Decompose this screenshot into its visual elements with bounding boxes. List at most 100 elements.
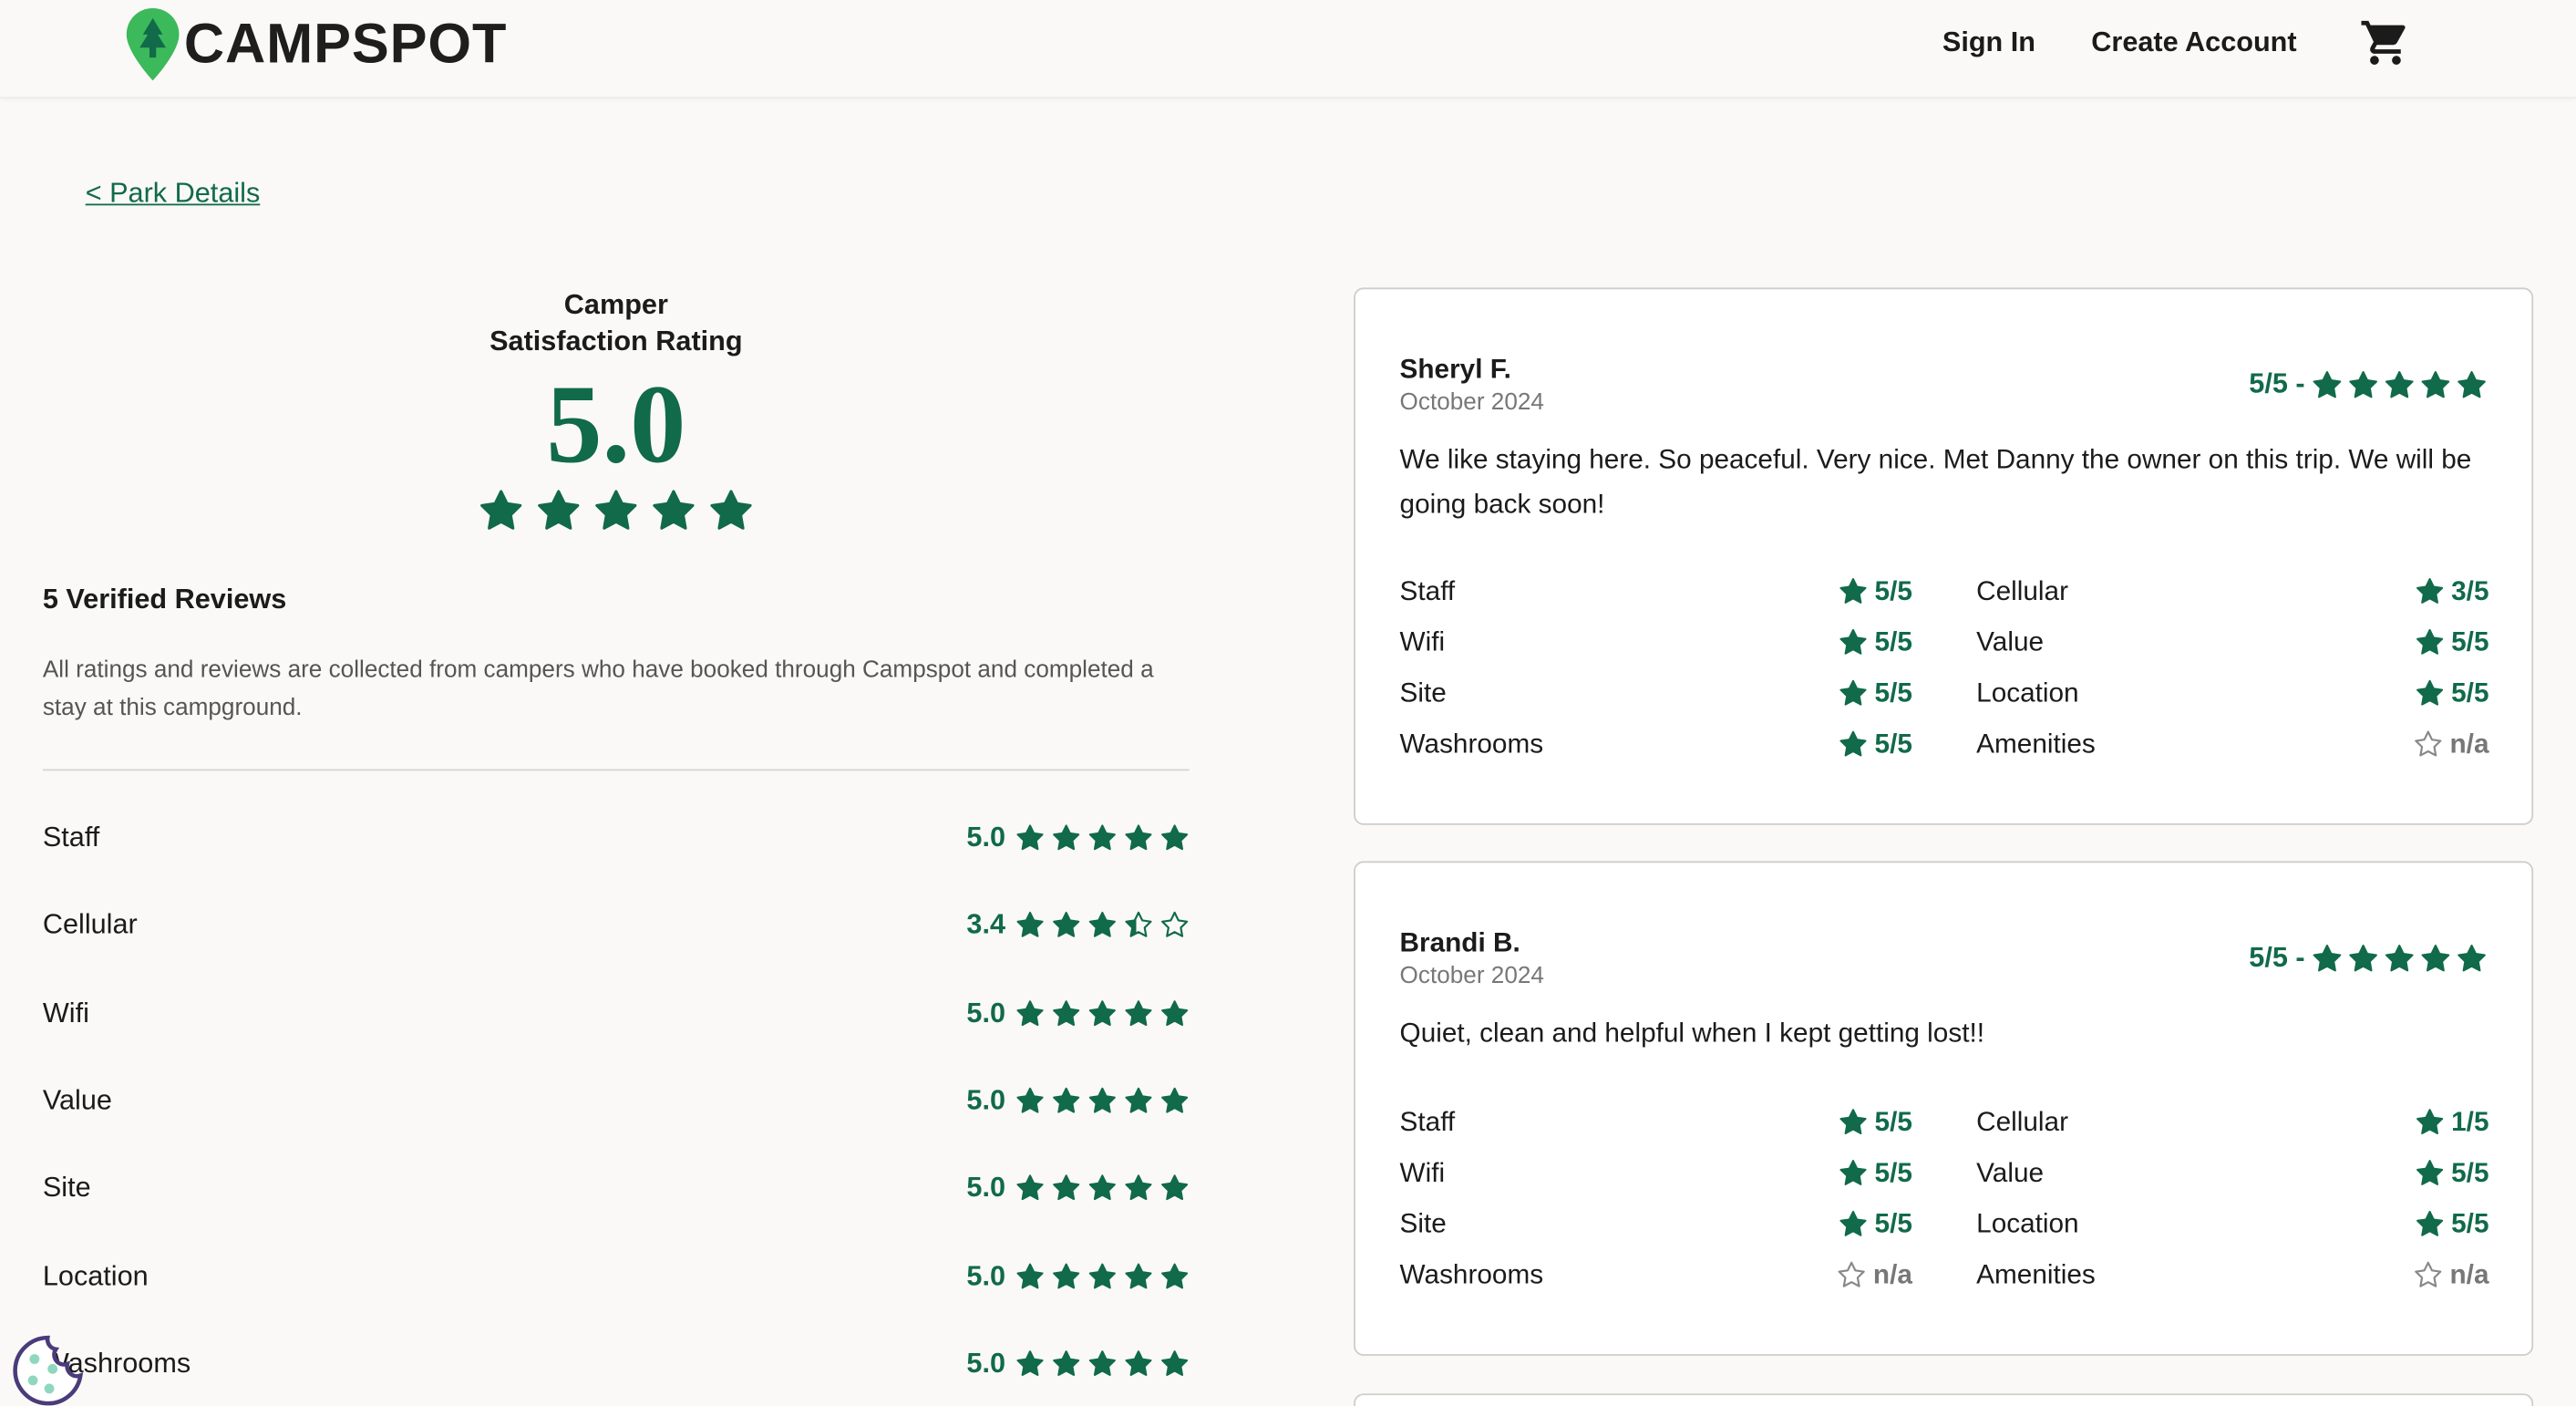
subrating-value-group: 5/5	[2415, 627, 2488, 658]
subrating-value: 5/5	[1874, 1106, 1912, 1137]
category-name: Cellular	[42, 909, 138, 941]
subrating-value: n/a	[1872, 1259, 1912, 1289]
star-icon	[1088, 1174, 1116, 1201]
create-account-link[interactable]: Create Account	[2091, 26, 2296, 59]
star-icon	[1053, 1087, 1080, 1113]
category-stars	[1015, 1173, 1190, 1203]
star-icon	[2349, 370, 2377, 398]
category-rating: 5.0	[966, 1259, 1189, 1292]
category-stars	[1015, 998, 1190, 1028]
star-icon	[1125, 1262, 1152, 1288]
subrating-name: Staff	[1399, 575, 1456, 606]
review-card-partial	[1354, 1393, 2534, 1406]
pine-tree-pin-icon	[126, 8, 180, 81]
reviews-disclaimer: All ratings and reviews are collected fr…	[42, 656, 1154, 722]
subrating-row: Staff 5/5	[1400, 1101, 1912, 1144]
reviewer-name: Brandi B.	[1399, 928, 1520, 958]
subrating-row: Cellular 1/5	[1976, 1101, 2488, 1144]
star-icon	[1839, 730, 1867, 757]
subrating-row: Location 5/5	[1976, 1203, 2488, 1246]
review-date: October 2024	[1399, 963, 1544, 989]
review-date: October 2024	[1399, 389, 1544, 416]
star-icon	[2458, 944, 2486, 971]
category-value: 5.0	[966, 1172, 1006, 1204]
subrating-value-group: 3/5	[2415, 576, 2488, 607]
category-stars	[1015, 1349, 1190, 1378]
subrating-value-group: 5/5	[1839, 1209, 1912, 1240]
subrating-value: 1/5	[2451, 1106, 2489, 1137]
park-details-back-link[interactable]: < Park Details	[86, 178, 261, 211]
overall-rating-stars	[378, 488, 855, 533]
star-icon	[1838, 1261, 1866, 1287]
subrating-value: n/a	[2449, 1259, 2489, 1289]
review-score-text: 5/5 -	[2249, 941, 2305, 973]
star-icon	[1125, 824, 1152, 851]
star-icon	[2415, 730, 2442, 757]
verified-reviews-count: 5 Verified Reviews	[42, 583, 287, 615]
subrating-name: Cellular	[1976, 1106, 2068, 1137]
subrating-value: n/a	[2449, 729, 2489, 759]
category-value: 5.0	[966, 997, 1006, 1029]
subrating-name: Washrooms	[1399, 729, 1544, 759]
divider	[42, 769, 1190, 771]
star-icon	[1088, 824, 1116, 851]
site-header: CAMPSPOT Sign In Create Account	[0, 0, 2576, 99]
cart-icon[interactable]	[2359, 16, 2412, 69]
subrating-value: 5/5	[1874, 677, 1912, 708]
star-icon	[538, 490, 580, 530]
subrating-value: 5/5	[1874, 575, 1912, 606]
subrating-name: Location	[1976, 1208, 2079, 1239]
category-rating: 5.0	[966, 822, 1189, 854]
star-icon	[1125, 999, 1152, 1026]
star-icon	[1088, 1349, 1116, 1376]
star-icon	[1016, 1087, 1044, 1113]
category-name: Staff	[42, 822, 100, 853]
subrating-name: Value	[1976, 1157, 2045, 1188]
subrating-value-group: n/a	[2414, 1259, 2489, 1290]
star-icon	[2458, 370, 2486, 398]
subrating-row: Washrooms n/a	[1400, 1254, 1912, 1297]
star-icon	[1125, 1349, 1152, 1376]
subrating-row: Wifi 5/5	[1400, 1152, 1912, 1194]
category-name: Site	[42, 1172, 91, 1204]
star-icon	[2421, 370, 2450, 398]
subrating-value: 5/5	[1874, 729, 1912, 759]
star-icon	[1016, 912, 1044, 938]
subrating-value: 5/5	[1874, 626, 1912, 657]
subrating-value: 3/5	[2451, 575, 2489, 606]
category-name: Value	[42, 1084, 112, 1116]
subrating-value-group: 5/5	[1839, 1158, 1912, 1189]
cookie-icon[interactable]	[10, 1333, 86, 1406]
star-icon	[2416, 628, 2444, 655]
category-row: Staff 5.0	[43, 813, 1190, 863]
reviewer-name: Sheryl F.	[1399, 355, 1511, 385]
star-icon	[2349, 944, 2377, 971]
star-icon	[1088, 912, 1116, 938]
subrating-name: Value	[1976, 626, 2045, 657]
star-icon	[1053, 824, 1080, 851]
subrating-name: Cellular	[1976, 575, 2068, 606]
category-rating: 5.0	[966, 997, 1189, 1029]
overall-rating-value: 5.0	[546, 361, 686, 487]
subrating-value: 5/5	[1874, 1157, 1912, 1188]
star-icon	[1839, 1109, 1867, 1135]
subrating-name: Wifi	[1399, 626, 1446, 657]
logo-text: CAMPSPOT	[183, 12, 508, 76]
category-stars	[1015, 1086, 1190, 1115]
star-icon	[1088, 1087, 1116, 1113]
sign-in-link[interactable]: Sign In	[1942, 26, 2035, 59]
subrating-value-group: 5/5	[1839, 677, 1912, 708]
subrating-row: Washrooms 5/5	[1400, 723, 1912, 766]
category-row: Value 5.0	[43, 1076, 1190, 1125]
category-stars	[1015, 1261, 1190, 1290]
subrating-row: Wifi 5/5	[1400, 621, 1912, 664]
subrating-value-group: n/a	[1837, 1259, 1912, 1290]
category-value: 5.0	[966, 1084, 1006, 1116]
category-rating: 5.0	[966, 1172, 1189, 1204]
review-score-stars	[2312, 943, 2488, 974]
subrating-name: Site	[1399, 1208, 1447, 1239]
subrating-row: Location 5/5	[1976, 672, 2488, 715]
campspot-logo[interactable]: CAMPSPOT	[125, 6, 507, 82]
category-name: Location	[42, 1259, 149, 1291]
star-icon	[1839, 628, 1867, 655]
